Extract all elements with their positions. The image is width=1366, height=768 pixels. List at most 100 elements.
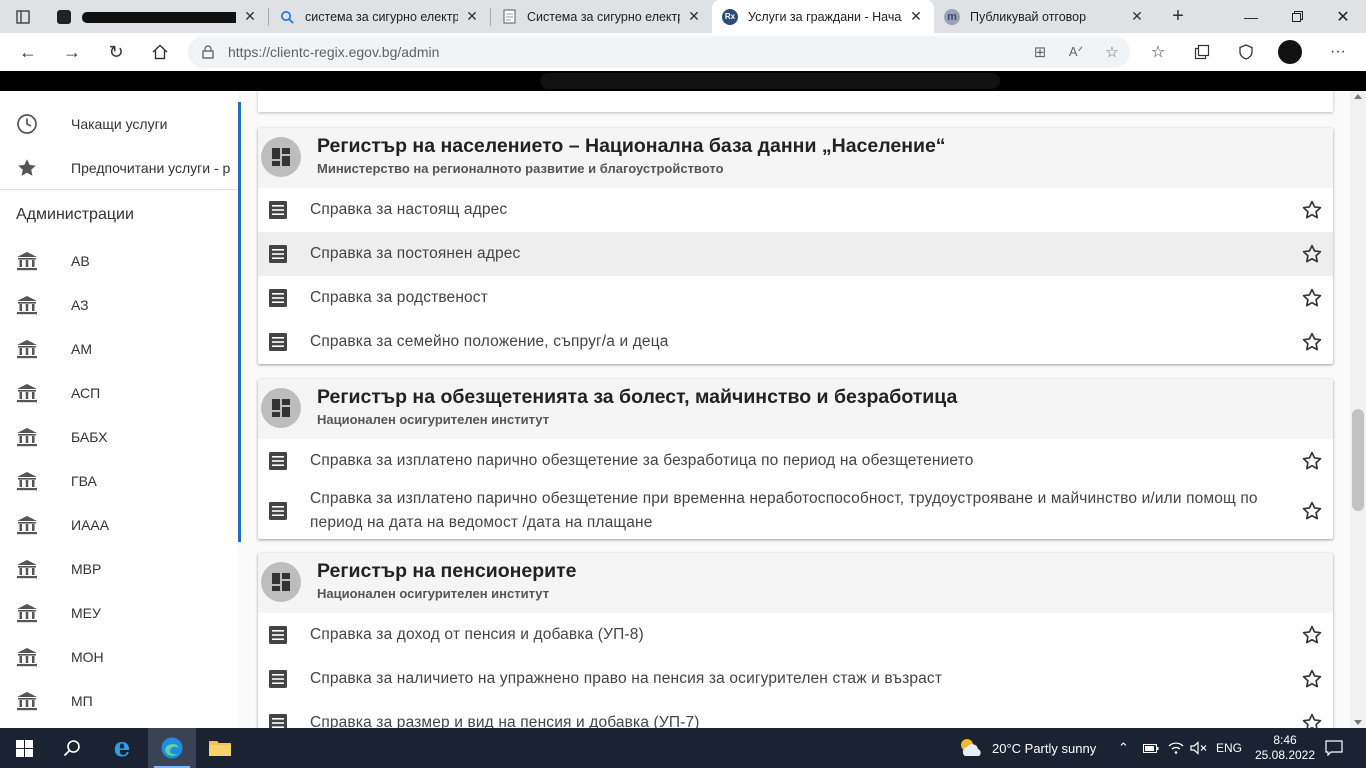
- close-tab-icon[interactable]: ✕: [908, 8, 924, 25]
- start-button[interactable]: [0, 728, 48, 768]
- close-tab-icon[interactable]: ✕: [686, 8, 702, 25]
- browser-tab-active[interactable]: Rx Услуги за граждани - Начал ✕: [712, 0, 934, 33]
- weather-widget[interactable]: 20°C Partly sunny: [958, 728, 1096, 768]
- sidebar-item-admin[interactable]: ГВА: [0, 459, 238, 503]
- sidebar-item-label: МП: [71, 693, 93, 709]
- profile-button[interactable]: [1268, 33, 1312, 71]
- notifications-button[interactable]: [1325, 728, 1343, 768]
- search-button[interactable]: [48, 728, 96, 768]
- favorite-star-icon[interactable]: [1301, 331, 1323, 353]
- favorite-star-icon[interactable]: [1301, 668, 1323, 690]
- sidebar-item-admin[interactable]: АСП: [0, 371, 238, 415]
- folder-icon: [209, 741, 231, 756]
- refresh-button[interactable]: ↻: [94, 33, 138, 71]
- browser-toolbar: ← → ↻ https://clientc-regix.egov.bg/admi…: [0, 33, 1366, 71]
- clock[interactable]: 8:46 25.08.2022: [1255, 728, 1315, 768]
- sidebar-item-admin[interactable]: АВ: [0, 239, 238, 283]
- bank-icon: [0, 647, 54, 667]
- sidebar-item-admin[interactable]: МВР: [0, 547, 238, 591]
- forward-button[interactable]: →: [50, 33, 94, 71]
- file-explorer-button[interactable]: [196, 728, 244, 768]
- page-scrollbar[interactable]: [1350, 91, 1366, 728]
- service-row[interactable]: Справка за семейно положение, съпруг/а и…: [258, 320, 1333, 364]
- favorites-button[interactable]: ☆: [1136, 33, 1180, 71]
- service-label: Справка за изплатено парично обезщетение…: [310, 490, 1258, 531]
- weather-text: 20°C Partly sunny: [992, 740, 1097, 756]
- sidebar-item-admin[interactable]: БАБХ: [0, 415, 238, 459]
- sidebar-item-admin[interactable]: МЕУ: [0, 591, 238, 635]
- back-button[interactable]: ←: [6, 33, 50, 71]
- sidebar-item-label: АВ: [71, 253, 90, 269]
- close-tab-icon[interactable]: ✕: [1129, 8, 1145, 25]
- scroll-down-icon[interactable]: [1354, 720, 1362, 725]
- read-aloud-icon[interactable]: Aᐟ: [1058, 44, 1094, 60]
- service-label: Справка за доход от пенсия и добавка (УП…: [310, 626, 644, 643]
- sidebar-item-admin[interactable]: АМ: [0, 327, 238, 371]
- minimize-button[interactable]: —: [1228, 0, 1274, 33]
- volume-muted-icon[interactable]: [1190, 728, 1208, 768]
- restore-button[interactable]: [1274, 0, 1320, 33]
- tab-actions-button[interactable]: [0, 0, 46, 33]
- scrollbar-thumb[interactable]: [1352, 409, 1364, 511]
- service-row[interactable]: Справка за доход от пенсия и добавка (УП…: [258, 613, 1333, 657]
- service-row[interactable]: Справка за родственост: [258, 276, 1333, 320]
- service-row[interactable]: Справка за размер и вид на пенсия и доба…: [258, 701, 1333, 728]
- minimize-icon: —: [1244, 8, 1258, 25]
- favorite-star-icon[interactable]: [1301, 199, 1323, 221]
- app-available-icon[interactable]: ⊞: [1022, 43, 1058, 61]
- collections-button[interactable]: [1180, 33, 1224, 71]
- browser-essentials-button[interactable]: [1224, 33, 1268, 71]
- rx-icon: Rx: [722, 8, 738, 25]
- register-header[interactable]: Регистър на населението – Национална баз…: [258, 128, 1333, 188]
- close-tab-icon[interactable]: ✕: [464, 8, 480, 25]
- add-favorite-icon[interactable]: ☆: [1094, 43, 1130, 61]
- browser-tab-3[interactable]: Система за сигурно електро ✕: [491, 0, 712, 33]
- favorite-star-icon[interactable]: [1301, 624, 1323, 646]
- favorite-star-icon[interactable]: [1301, 287, 1323, 309]
- close-window-button[interactable]: ✕: [1320, 0, 1366, 33]
- list-icon: [258, 245, 298, 263]
- browser-tab-2[interactable]: система за сигурно електро ✕: [269, 0, 490, 33]
- home-button[interactable]: [138, 33, 182, 71]
- internet-explorer-button[interactable]: e: [98, 728, 146, 768]
- address-bar[interactable]: https://clientc-regix.egov.bg/admin ⊞ Aᐟ…: [188, 36, 1130, 68]
- list-icon: [258, 714, 298, 728]
- show-hidden-icons-button[interactable]: ⌃: [1118, 728, 1129, 768]
- sidebar-item-admin[interactable]: ИААА: [0, 503, 238, 547]
- register-header[interactable]: Регистър на пенсионерите Национален осигу…: [258, 553, 1333, 613]
- service-row[interactable]: Справка за наличието на упражнено право …: [258, 657, 1333, 701]
- sidebar-item-admin[interactable]: АЗ: [0, 283, 238, 327]
- sidebar-item-pending[interactable]: Чакащи услуги: [0, 102, 238, 146]
- edge-button[interactable]: [148, 728, 196, 768]
- settings-more-button[interactable]: ···: [1316, 33, 1360, 71]
- service-row[interactable]: Справка за изплатено парично обезщетение…: [258, 483, 1333, 539]
- sidebar-heading: Администрации: [16, 206, 134, 223]
- favorite-star-icon[interactable]: [1301, 500, 1323, 522]
- sidebar-item-admin[interactable]: МОН: [0, 635, 238, 679]
- favorite-star-icon[interactable]: [1301, 243, 1323, 265]
- sidebar-item-favorites[interactable]: Предпочитани услуги - р: [0, 146, 238, 190]
- sidebar-resize-rail[interactable]: [238, 102, 241, 542]
- service-row[interactable]: Справка за изплатено парично обезщетение…: [258, 439, 1333, 483]
- favorite-star-icon[interactable]: [1301, 450, 1323, 472]
- service-label: Справка за изплатено парично обезщетение…: [310, 452, 974, 469]
- bank-icon: [0, 295, 54, 315]
- url-text[interactable]: https://clientc-regix.egov.bg/admin: [228, 44, 1022, 60]
- new-tab-button[interactable]: +: [1155, 0, 1201, 33]
- wifi-icon[interactable]: [1168, 728, 1184, 768]
- bank-icon: [0, 383, 54, 403]
- service-row[interactable]: Справка за настоящ адрес: [258, 188, 1333, 232]
- close-tab-icon[interactable]: ✕: [242, 8, 258, 25]
- input-language[interactable]: ENG: [1216, 728, 1242, 768]
- register-header[interactable]: Регистър на обезщетенията за болест, май…: [258, 379, 1333, 439]
- browser-tab-1[interactable]: ✕: [46, 0, 268, 33]
- sidebar-item-admin[interactable]: МП: [0, 679, 238, 723]
- scroll-up-icon[interactable]: [1354, 94, 1362, 99]
- services-list: Регистър на населението – Национална баз…: [258, 91, 1334, 728]
- battery-icon[interactable]: [1143, 728, 1159, 768]
- browser-tab-5[interactable]: m Публикувай отговор ✕: [934, 0, 1155, 33]
- list-icon: [258, 626, 298, 644]
- service-row[interactable]: Справка за постоянен адрес: [258, 232, 1333, 276]
- list-icon: [258, 333, 298, 351]
- favorite-star-icon[interactable]: [1301, 712, 1323, 728]
